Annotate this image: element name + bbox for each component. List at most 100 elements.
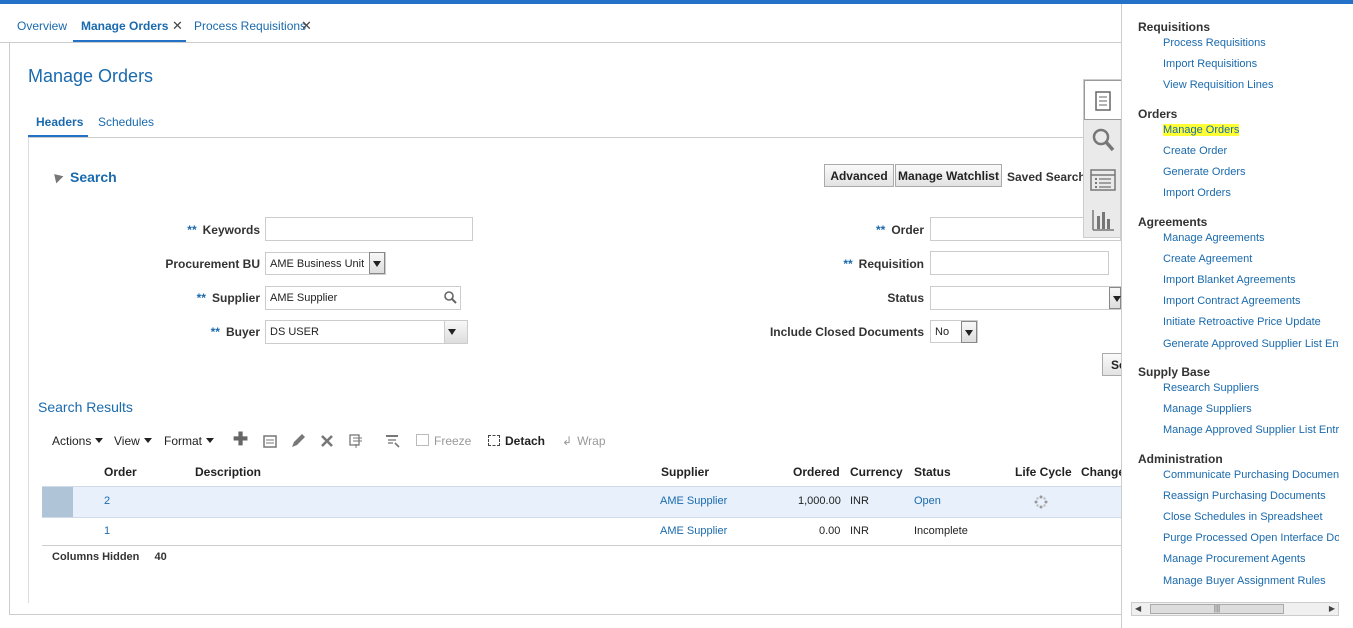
search-section-header[interactable]: Search xyxy=(50,169,117,185)
task-generate-orders[interactable]: Generate Orders xyxy=(1163,166,1348,178)
chart-icon xyxy=(1092,210,1114,231)
manage-watchlist-label: Manage Watchlist xyxy=(898,169,999,183)
actions-menu[interactable]: Actions xyxy=(52,434,104,448)
subtab-headers[interactable]: Headers xyxy=(36,115,83,129)
task-close-schedules-in-spreadsheet[interactable]: Close Schedules in Spreadsheet xyxy=(1163,511,1348,523)
task-manage-agreements[interactable]: Manage Agreements xyxy=(1163,232,1348,244)
supplier-input[interactable]: AME Supplier xyxy=(265,286,461,310)
wrap-button[interactable]: ↲ Wrap xyxy=(562,434,606,448)
search-tab[interactable] xyxy=(1084,120,1122,160)
tasks-icon xyxy=(1095,91,1111,111)
column-header-status[interactable]: Status xyxy=(914,465,951,479)
requisition-label: ** Requisition xyxy=(800,257,924,271)
reports-tab[interactable] xyxy=(1084,200,1122,240)
panel-vertical-scrollbar[interactable] xyxy=(1339,40,1353,600)
task-create-order[interactable]: Create Order xyxy=(1163,145,1348,157)
scroll-thumb[interactable]: ||| xyxy=(1150,604,1284,614)
task-manage-procurement-agents[interactable]: Manage Procurement Agents xyxy=(1163,553,1348,565)
order-number-link[interactable]: 1 xyxy=(104,525,110,537)
keywords-input[interactable] xyxy=(265,217,473,241)
keywords-label-text: Keywords xyxy=(202,223,260,237)
order-number-link[interactable]: 2 xyxy=(104,495,110,507)
manage-watchlist-button[interactable]: Manage Watchlist xyxy=(895,164,1002,187)
task-reassign-purchasing-documents[interactable]: Reassign Purchasing Documents xyxy=(1163,490,1348,502)
tasks-tab[interactable] xyxy=(1084,80,1122,120)
status-dropdown-icon[interactable] xyxy=(1109,287,1121,309)
delete-icon[interactable] xyxy=(320,434,334,448)
task-manage-suppliers[interactable]: Manage Suppliers xyxy=(1163,403,1348,415)
task-manage-orders[interactable]: Manage Orders xyxy=(1163,124,1348,136)
buyer-dropdown-icon[interactable] xyxy=(444,321,467,343)
columns-hidden-label: Columns Hidden xyxy=(52,551,140,563)
list-tab[interactable] xyxy=(1084,160,1122,200)
active-tab-indicator xyxy=(73,40,186,42)
collapse-triangle-icon[interactable] xyxy=(50,170,64,184)
column-header-change[interactable]: Change xyxy=(1081,465,1125,479)
include-closed-dropdown-icon[interactable] xyxy=(961,321,977,343)
supplier-link[interactable]: AME Supplier xyxy=(660,495,727,507)
task-import-blanket-agreements[interactable]: Import Blanket Agreements xyxy=(1163,274,1348,286)
tab-overview[interactable]: Overview xyxy=(17,19,67,33)
task-communicate-purchasing-documents[interactable]: Communicate Purchasing Documents xyxy=(1163,469,1339,481)
freeze-button[interactable]: Freeze xyxy=(416,434,471,448)
status-select[interactable] xyxy=(930,286,1121,310)
add-icon[interactable]: ✚ xyxy=(233,429,248,450)
keywords-label: ** Keywords xyxy=(150,223,260,237)
column-header-ordered[interactable]: Ordered xyxy=(793,465,840,479)
task-manage-orders-label: Manage Orders xyxy=(1163,124,1240,136)
requisition-label-text: Requisition xyxy=(858,257,924,271)
task-initiate-retroactive-price-update[interactable]: Initiate Retroactive Price Update xyxy=(1163,316,1348,328)
order-label: ** Order xyxy=(800,223,924,237)
task-import-requisitions[interactable]: Import Requisitions xyxy=(1163,58,1348,70)
buyer-value: DS USER xyxy=(270,326,319,338)
task-purge-processed-open-interface[interactable]: Purge Processed Open Interface Doc xyxy=(1163,532,1339,544)
advanced-button[interactable]: Advanced xyxy=(824,164,894,187)
procurement-bu-select[interactable]: AME Business Unit xyxy=(265,252,386,275)
lifecycle-icon[interactable] xyxy=(1034,495,1048,509)
format-menu[interactable]: Format xyxy=(164,434,215,448)
task-process-requisitions[interactable]: Process Requisitions xyxy=(1163,37,1348,49)
table-row[interactable]: 2 AME Supplier 1,000.00 INR Open xyxy=(42,486,1121,518)
ordered-cell: 1,000.00 xyxy=(798,495,841,507)
task-create-agreement[interactable]: Create Agreement xyxy=(1163,253,1348,265)
procurement-bu-dropdown-icon[interactable] xyxy=(369,252,385,274)
panel-horizontal-scrollbar[interactable]: ◀ ||| ▶ xyxy=(1131,602,1339,616)
tab-manage-orders[interactable]: Manage Orders xyxy=(81,19,168,33)
query-by-example-icon[interactable] xyxy=(385,433,401,449)
task-import-orders[interactable]: Import Orders xyxy=(1163,187,1348,199)
close-tab-process-requisitions-icon[interactable]: ✕ xyxy=(301,18,312,34)
requisition-input[interactable] xyxy=(930,251,1109,275)
task-import-contract-agreements[interactable]: Import Contract Agreements xyxy=(1163,295,1348,307)
column-header-description[interactable]: Description xyxy=(195,465,261,479)
task-generate-approved-supplier-list[interactable]: Generate Approved Supplier List Ent xyxy=(1163,338,1339,350)
duplicate-icon[interactable] xyxy=(263,434,277,448)
supplier-search-icon[interactable] xyxy=(444,291,457,304)
detach-button[interactable]: Detach xyxy=(488,434,545,448)
table-row[interactable]: 1 AME Supplier 0.00 INR Incomplete xyxy=(42,516,1121,546)
columns-hidden-count: 40 xyxy=(154,551,167,563)
edit-icon[interactable] xyxy=(290,433,306,449)
scroll-right-icon[interactable]: ▶ xyxy=(1329,604,1335,613)
view-menu[interactable]: View xyxy=(114,434,152,448)
status-link[interactable]: Open xyxy=(914,495,941,507)
column-header-currency[interactable]: Currency xyxy=(850,465,903,479)
column-header-order[interactable]: Order xyxy=(104,465,137,479)
buyer-select[interactable]: DS USER xyxy=(265,320,468,344)
section-requisitions: Requisitions xyxy=(1138,20,1211,34)
task-research-suppliers[interactable]: Research Suppliers xyxy=(1163,382,1348,394)
task-view-requisition-lines[interactable]: View Requisition Lines xyxy=(1163,79,1348,91)
supplier-label-text: Supplier xyxy=(211,291,260,305)
row-selector[interactable] xyxy=(42,487,73,517)
subtab-schedules[interactable]: Schedules xyxy=(98,115,154,129)
export-icon[interactable] xyxy=(348,433,364,449)
column-header-supplier[interactable]: Supplier xyxy=(661,465,709,479)
tab-process-requisitions[interactable]: Process Requisitions xyxy=(194,19,306,33)
scroll-left-icon[interactable]: ◀ xyxy=(1135,604,1141,613)
column-header-life-cycle[interactable]: Life Cycle xyxy=(1015,465,1072,479)
task-manage-buyer-assignment-rules[interactable]: Manage Buyer Assignment Rules xyxy=(1163,575,1348,587)
close-tab-manage-orders-icon[interactable]: ✕ xyxy=(172,18,183,34)
format-label: Format xyxy=(164,434,203,448)
supplier-link[interactable]: AME Supplier xyxy=(660,525,727,537)
task-manage-approved-supplier-list[interactable]: Manage Approved Supplier List Entri xyxy=(1163,424,1339,436)
search-button[interactable]: Se xyxy=(1102,353,1121,376)
